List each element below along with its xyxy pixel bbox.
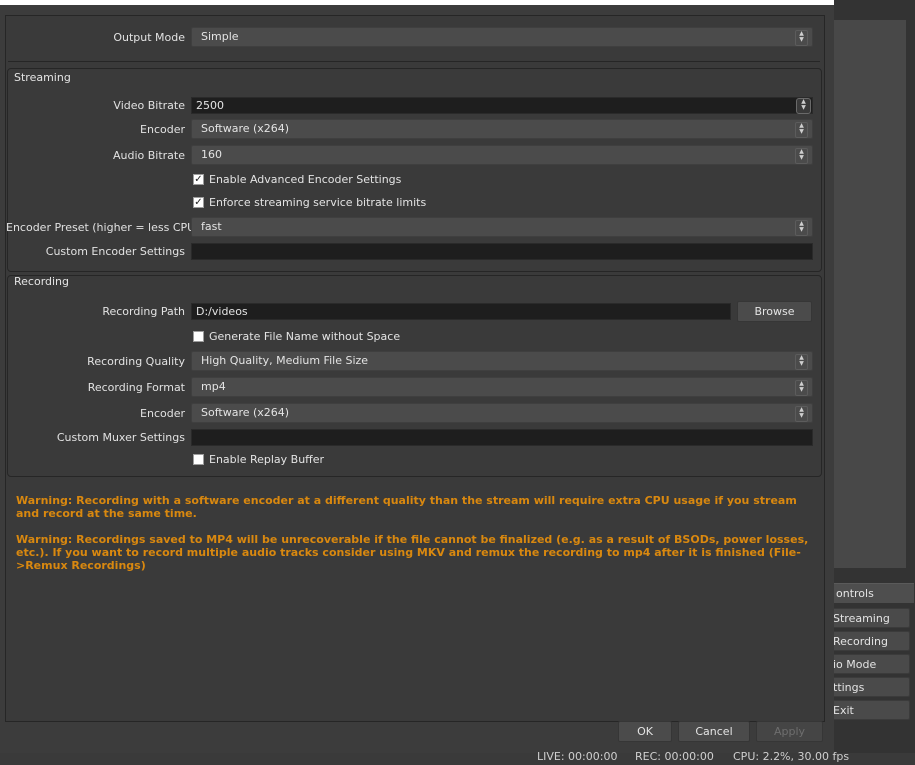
browse-button[interactable]: Browse — [737, 301, 812, 322]
recording-quality-value: High Quality, Medium File Size — [201, 354, 369, 367]
enforce-bitrate-label: Enforce streaming service bitrate limits — [209, 196, 427, 209]
exit-button[interactable]: Exit — [828, 700, 910, 720]
updown-arrows-icon: ▲ ▼ — [795, 30, 808, 46]
recording-encoder-label: Encoder — [140, 407, 185, 420]
custom-muxer-label: Custom Muxer Settings — [56, 431, 185, 444]
rec-timer: REC: 00:00:00 — [635, 750, 714, 763]
custom-muxer-input[interactable] — [191, 429, 813, 446]
spin-arrows-icon[interactable]: ▲ ▼ — [796, 98, 811, 114]
audio-bitrate-value: 160 — [201, 148, 222, 161]
apply-button[interactable]: Apply — [756, 721, 823, 742]
settings-dialog: Output Mode Simple ▲ ▼ Streaming Video Bi… — [0, 5, 834, 753]
replay-buffer-label: Enable Replay Buffer — [209, 453, 325, 466]
recording-format-select[interactable]: mp4 ▲ ▼ — [191, 377, 813, 397]
stream-encoder-label: Encoder — [140, 123, 185, 136]
checkmark-icon: ✓ — [193, 174, 204, 185]
recording-encoder-value: Software (x264) — [201, 406, 290, 419]
recording-path-input[interactable]: D:/videos — [191, 303, 731, 320]
video-bitrate-label: Video Bitrate — [113, 99, 185, 112]
recording-encoder-select[interactable]: Software (x264) ▲ ▼ — [191, 403, 813, 423]
dock-panel-area — [834, 20, 906, 568]
encoder-preset-value: fast — [201, 220, 222, 233]
checkbox-empty-icon — [193, 331, 204, 342]
controls-dock: ontrols Streaming Recording io Mode ttin… — [828, 0, 915, 765]
stream-encoder-select[interactable]: Software (x264) ▲ ▼ — [191, 119, 813, 139]
ok-button[interactable]: OK — [618, 721, 672, 742]
output-settings-panel: Output Mode Simple ▲ ▼ Streaming Video Bi… — [5, 15, 825, 722]
cpu-usage: CPU: 2.2%, 30.00 fps — [733, 750, 850, 763]
recording-format-value: mp4 — [201, 380, 226, 393]
advanced-encoder-checkbox[interactable]: ✓ Enable Advanced Encoder Settings — [193, 173, 401, 186]
audio-bitrate-label: Audio Bitrate — [112, 149, 185, 162]
replay-buffer-checkbox[interactable]: Enable Replay Buffer — [193, 453, 324, 466]
output-mode-select[interactable]: Simple ▲ ▼ — [191, 27, 813, 47]
video-bitrate-value: 2500 — [196, 99, 224, 112]
updown-arrows-icon: ▲ ▼ — [795, 380, 808, 396]
recording-group-title: Recording — [14, 275, 70, 288]
live-timer: LIVE: 00:00:00 — [537, 750, 618, 763]
advanced-encoder-label: Enable Advanced Encoder Settings — [209, 173, 402, 186]
no-space-filename-checkbox[interactable]: Generate File Name without Space — [193, 330, 400, 343]
recording-quality-label: Recording Quality — [87, 355, 185, 368]
start-recording-button[interactable]: Recording — [828, 631, 910, 651]
video-bitrate-spinbox[interactable]: 2500 ▲ ▼ — [191, 97, 813, 114]
updown-arrows-icon: ▲ ▼ — [795, 406, 808, 422]
stream-encoder-value: Software (x264) — [201, 122, 290, 135]
output-mode-label: Output Mode — [113, 31, 185, 44]
cancel-button[interactable]: Cancel — [678, 721, 750, 742]
streaming-group-title: Streaming — [14, 71, 71, 84]
no-space-filename-label: Generate File Name without Space — [209, 330, 401, 343]
studio-mode-button[interactable]: io Mode — [828, 654, 910, 674]
enforce-bitrate-checkbox[interactable]: ✓ Enforce streaming service bitrate limi… — [193, 196, 426, 209]
warning-text: Warning: Recordings saved to MP4 will be… — [16, 533, 809, 572]
custom-encoder-label: Custom Encoder Settings — [45, 245, 185, 258]
warning-text: Warning: Recording with a software encod… — [16, 494, 797, 520]
settings-button[interactable]: ttings — [828, 677, 910, 697]
updown-arrows-icon: ▲ ▼ — [795, 122, 808, 138]
output-mode-value: Simple — [201, 30, 239, 43]
encoder-preset-label: Encoder Preset (higher = less CPU) — [6, 221, 200, 234]
recording-path-label: Recording Path — [102, 305, 185, 318]
encoder-preset-select[interactable]: fast ▲ ▼ — [191, 217, 813, 237]
updown-arrows-icon: ▲ ▼ — [795, 220, 808, 236]
updown-arrows-icon: ▲ ▼ — [795, 148, 808, 164]
divider — [8, 61, 820, 62]
audio-bitrate-select[interactable]: 160 ▲ ▼ — [191, 145, 813, 165]
start-streaming-button[interactable]: Streaming — [828, 608, 910, 628]
recording-format-label: Recording Format — [87, 381, 185, 394]
checkbox-empty-icon — [193, 454, 204, 465]
controls-dock-header: ontrols — [834, 583, 914, 603]
custom-encoder-input[interactable] — [191, 243, 813, 260]
recording-quality-select[interactable]: High Quality, Medium File Size ▲ ▼ — [191, 351, 813, 371]
updown-arrows-icon: ▲ ▼ — [795, 354, 808, 370]
checkmark-icon: ✓ — [193, 197, 204, 208]
